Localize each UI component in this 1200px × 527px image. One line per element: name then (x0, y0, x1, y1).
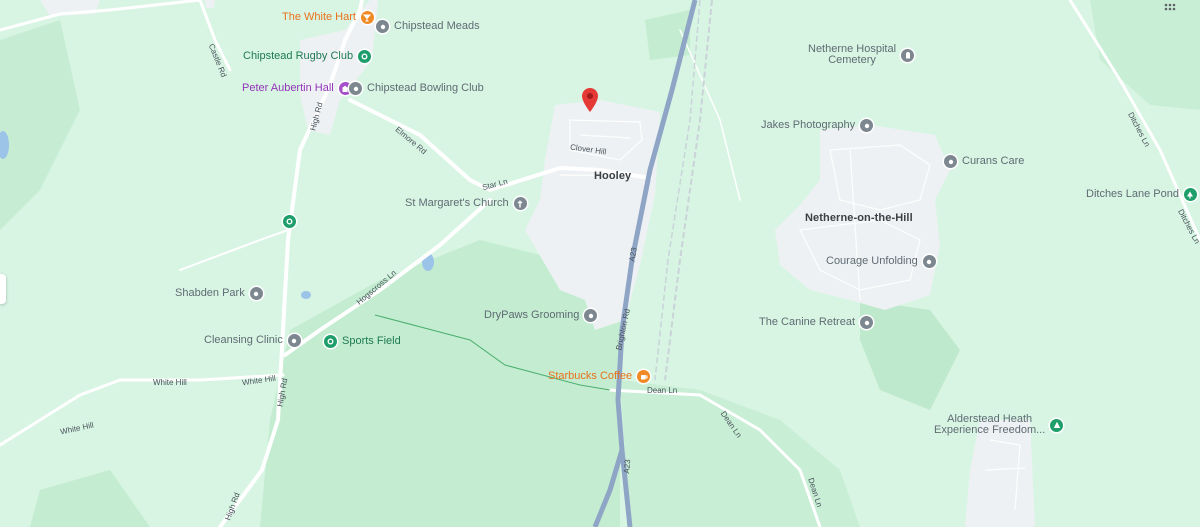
poi-alderstead-heath[interactable]: Alderstead Heath Experience Freedom... (934, 414, 1064, 436)
poi-st-margarets-church[interactable]: St Margaret's Church (405, 197, 527, 210)
unnamed-place-pin-icon[interactable] (283, 215, 296, 228)
poi-netherne-hospital-cemetery[interactable]: Netherne Hospital Cemetery (808, 44, 915, 66)
location-icon (860, 119, 874, 132)
poi-curans-care[interactable]: Curans Care (944, 155, 1024, 168)
street-label: Dean Ln (647, 386, 678, 395)
poi-the-canine-retreat[interactable]: The Canine Retreat (759, 316, 873, 329)
location-icon (584, 309, 598, 322)
street-label: White Hill (153, 378, 187, 387)
sports-icon (324, 335, 337, 348)
poi-label-line2: Experience Freedom... (934, 424, 1046, 436)
poi-starbucks-coffee[interactable]: Starbucks Coffee (548, 370, 651, 383)
location-icon (349, 82, 362, 95)
poi-shabden-park[interactable]: Shabden Park (175, 287, 263, 300)
location-icon (287, 334, 301, 347)
poi-label-line2: Cemetery (828, 54, 876, 66)
apps-grid-icon[interactable] (1164, 0, 1176, 11)
location-icon (249, 287, 263, 300)
poi-ditches-lane-pond[interactable]: Ditches Lane Pond (1086, 188, 1197, 201)
location-icon (944, 155, 957, 168)
cemetery-icon (901, 48, 915, 62)
poi-chipstead-rugby-club[interactable]: Chipstead Rugby Club (243, 50, 372, 63)
poi-chipstead-bowling-club[interactable]: Chipstead Bowling Club (349, 82, 484, 95)
location-icon (922, 255, 936, 268)
poi-cleansing-clinic[interactable]: Cleansing Clinic (204, 334, 301, 347)
sports-icon (358, 50, 372, 63)
map-canvas[interactable]: Hooley Netherne-on-the-Hill The White Ha… (0, 0, 1200, 527)
side-panel-tab[interactable] (0, 274, 6, 304)
church-icon (513, 197, 527, 210)
poi-peter-aubertin-hall[interactable]: Peter Aubertin Hall (242, 82, 352, 95)
place-label-netherne-on-the-hill: Netherne-on-the-Hill (805, 212, 913, 224)
park-icon (1050, 418, 1064, 432)
poi-the-white-hart[interactable]: The White Hart (282, 11, 374, 24)
cocktail-icon (360, 11, 374, 24)
location-icon (860, 316, 873, 329)
place-label-hooley: Hooley (594, 170, 632, 182)
poi-drypaws-grooming[interactable]: DryPaws Grooming (484, 309, 598, 322)
map-base-layer (0, 0, 1200, 527)
poi-sports-field[interactable]: Sports Field (324, 335, 401, 348)
street-label: A23 (622, 459, 633, 474)
tree-icon (1183, 188, 1197, 201)
location-marker-icon[interactable] (582, 88, 598, 117)
poi-chipstead-meads[interactable]: Chipstead Meads (376, 20, 480, 33)
poi-courage-unfolding[interactable]: Courage Unfolding (826, 255, 936, 268)
location-icon (376, 20, 389, 33)
coffee-icon (637, 370, 651, 383)
poi-jakes-photography[interactable]: Jakes Photography (761, 119, 874, 132)
